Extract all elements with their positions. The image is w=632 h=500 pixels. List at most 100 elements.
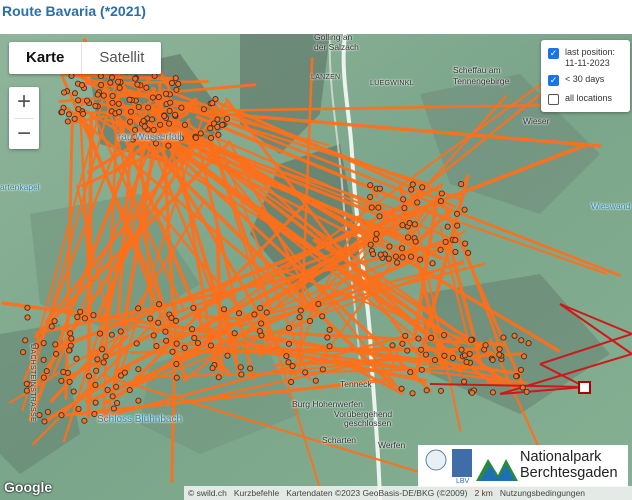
gps-point bbox=[64, 118, 71, 125]
gps-point bbox=[404, 234, 412, 241]
gps-point bbox=[135, 305, 142, 312]
swild-credit[interactable]: © swild.ch bbox=[188, 486, 227, 500]
gps-point bbox=[173, 86, 180, 93]
map-type-satellit-button[interactable]: Satellit bbox=[82, 42, 161, 74]
gps-point bbox=[452, 237, 459, 244]
gps-point bbox=[41, 418, 48, 425]
gps-point bbox=[168, 79, 176, 87]
gps-point bbox=[431, 357, 438, 364]
gps-point bbox=[521, 353, 528, 360]
gps-point bbox=[22, 337, 29, 344]
zoom-out-button minus-icon[interactable]: − bbox=[9, 119, 39, 150]
gps-point bbox=[392, 253, 399, 260]
legend-recent[interactable]: ✓ < 30 days bbox=[548, 74, 604, 86]
gps-point bbox=[496, 346, 503, 353]
nutzung-link[interactable]: Nutzungsbedingungen bbox=[500, 486, 585, 500]
place-wieser: Wieser bbox=[523, 116, 550, 126]
gps-point bbox=[99, 346, 106, 353]
map-canvas[interactable]: Golling an der Salzach LANZEN LUEGWINKL … bbox=[0, 34, 632, 500]
checkbox-icon[interactable]: ✓ bbox=[548, 48, 559, 59]
lbv-logo bbox=[452, 449, 472, 477]
zoom-in-button plus-icon[interactable]: + bbox=[9, 87, 39, 118]
map-type-karte-button[interactable]: Karte bbox=[9, 42, 83, 74]
scale-label[interactable]: 2 km bbox=[474, 486, 492, 500]
gps-point bbox=[116, 84, 123, 91]
place-luegwinkl: LUEGWINKL bbox=[370, 80, 414, 87]
gps-point bbox=[449, 354, 456, 361]
nationalpark-line2: Berchtesgaden bbox=[520, 465, 618, 481]
gps-point bbox=[147, 315, 154, 322]
gps-point bbox=[74, 313, 81, 321]
gps-point bbox=[107, 79, 114, 86]
nationalpark-line1: Nationalpark bbox=[520, 449, 602, 465]
gps-point bbox=[458, 346, 465, 353]
gps-point bbox=[68, 72, 75, 79]
place-tennengebirge: Tennengebirge bbox=[453, 76, 510, 86]
gps-point bbox=[155, 94, 162, 101]
gps-point bbox=[53, 350, 60, 357]
gps-point bbox=[190, 304, 197, 311]
gps-point bbox=[469, 389, 476, 396]
gps-point bbox=[141, 123, 148, 130]
gps-point bbox=[326, 343, 333, 350]
gps-point bbox=[319, 313, 326, 320]
legend-all-locations[interactable]: all locations bbox=[548, 93, 612, 105]
kurzbefehle-link[interactable]: Kurzbefehle bbox=[234, 486, 279, 500]
gps-point bbox=[415, 335, 422, 342]
gps-point bbox=[81, 315, 88, 322]
gps-point bbox=[402, 332, 409, 339]
gps-point bbox=[324, 334, 331, 341]
gps-point bbox=[92, 102, 99, 110]
google-logo: Google bbox=[4, 479, 53, 495]
gps-point bbox=[126, 387, 133, 394]
last-position-marker-icon[interactable] bbox=[578, 381, 591, 394]
gps-point bbox=[162, 328, 169, 335]
checkbox-icon[interactable] bbox=[548, 94, 559, 105]
gps-point bbox=[326, 326, 333, 333]
gps-point bbox=[368, 204, 375, 211]
gps-point bbox=[44, 408, 51, 415]
gps-point bbox=[135, 103, 142, 110]
gps-point bbox=[143, 84, 150, 91]
gps-point bbox=[73, 355, 80, 362]
page-title: Route Bavaria (*2021) bbox=[2, 3, 146, 19]
gps-point bbox=[100, 359, 107, 366]
legend-last-position[interactable]: ✓ last position: 11-11-2023 bbox=[548, 47, 615, 69]
gps-point bbox=[247, 365, 254, 372]
gps-point bbox=[370, 251, 377, 258]
gps-point bbox=[134, 81, 141, 88]
map-svg[interactable] bbox=[0, 34, 632, 500]
gps-point bbox=[399, 340, 406, 347]
gps-point bbox=[367, 193, 374, 201]
gps-point bbox=[482, 342, 489, 349]
partner-seal-logo bbox=[425, 449, 447, 471]
gps-point bbox=[288, 378, 295, 386]
gps-point bbox=[207, 342, 214, 349]
gps-point bbox=[297, 307, 304, 314]
gps-point bbox=[219, 121, 226, 128]
gps-point bbox=[407, 253, 415, 260]
gps-point bbox=[20, 349, 27, 356]
gps-point bbox=[437, 246, 444, 253]
gps-point bbox=[428, 334, 435, 341]
gps-point bbox=[151, 72, 158, 79]
gps-point bbox=[429, 260, 436, 267]
gps-point bbox=[519, 384, 526, 391]
gps-point bbox=[92, 399, 99, 406]
gps-point bbox=[194, 339, 201, 347]
gps-point bbox=[511, 332, 518, 339]
gps-point bbox=[224, 352, 231, 359]
gps-point bbox=[172, 75, 179, 82]
gps-point bbox=[419, 184, 426, 191]
gps-point bbox=[133, 340, 140, 347]
checkbox-icon[interactable]: ✓ bbox=[548, 75, 559, 86]
gps-point bbox=[454, 222, 461, 229]
gps-point bbox=[442, 238, 449, 245]
gps-point bbox=[65, 111, 72, 118]
gps-point bbox=[221, 306, 228, 313]
gps-point bbox=[75, 97, 82, 104]
gps-point bbox=[373, 230, 380, 237]
gps-point bbox=[417, 256, 424, 263]
gps-point bbox=[489, 356, 496, 364]
place-wieswand: Wieswand bbox=[591, 201, 631, 211]
